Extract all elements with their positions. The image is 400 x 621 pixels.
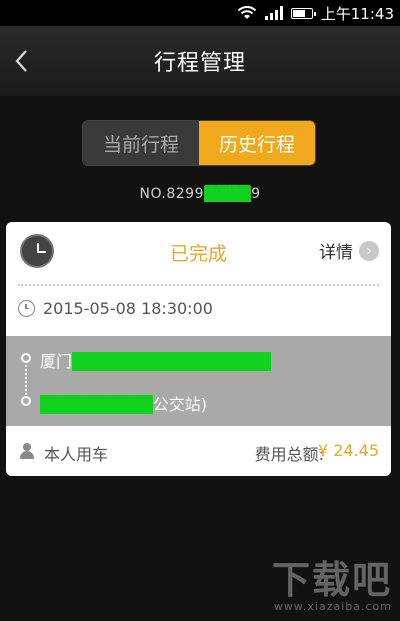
start-address-prefix: 厦门 — [40, 352, 73, 371]
route-section: 厦门████████████████ █████████公交站) — [6, 336, 391, 426]
end-point-icon — [21, 396, 31, 406]
tab-current-trips[interactable]: 当前行程 — [83, 121, 199, 165]
back-button[interactable] — [6, 44, 36, 78]
usage-type: 本人用车 — [44, 445, 109, 464]
fee-value: ¥ 24.45 — [317, 441, 379, 460]
trip-card[interactable]: 已完成 详情 › 2015-05-08 18:30:00 厦门█████████… — [6, 222, 391, 476]
trip-card-header: 已完成 详情 › — [6, 222, 391, 280]
person-icon — [19, 443, 35, 459]
redacted-block: ████████████████ — [72, 352, 271, 371]
divider — [18, 284, 379, 286]
order-number: NO.8299████9 — [0, 186, 400, 202]
start-address: 厦门████████████████ — [40, 348, 271, 372]
start-point-icon — [21, 353, 31, 363]
redacted-block: ████ — [204, 186, 252, 202]
trip-footer: 本人用车 费用总额: ¥ 24.45 — [6, 426, 391, 476]
watermark-logo: 下载吧 — [271, 558, 392, 602]
trip-datetime: 2015-05-08 18:30:00 — [43, 298, 213, 318]
status-bar: 上午11:43 — [0, 0, 400, 26]
fee-label: 费用总额: — [254, 445, 324, 464]
signal-icon — [264, 6, 283, 20]
status-time: 上午11:43 — [320, 4, 394, 23]
trip-tabs: 当前行程 历史行程 — [82, 120, 316, 166]
chevron-left-icon — [15, 50, 27, 72]
end-address: █████████公交站) — [40, 391, 207, 415]
order-number-suffix: 9 — [251, 186, 261, 202]
title-bar: 行程管理 — [0, 26, 400, 96]
route-connector — [25, 365, 27, 395]
chevron-right-icon: › — [359, 240, 379, 261]
order-number-prefix: NO.8299 — [139, 186, 204, 202]
tab-history-trips[interactable]: 历史行程 — [199, 121, 315, 165]
detail-label: 详情 — [319, 243, 353, 263]
watermark: 下载吧 www.xiazaiba.com — [272, 549, 392, 613]
time-icon — [18, 299, 35, 317]
page-title: 行程管理 — [153, 51, 246, 76]
redacted-block: █████████ — [40, 395, 153, 414]
watermark-url: www.xiazaiba.com — [273, 600, 392, 613]
wifi-icon — [237, 6, 257, 20]
end-address-suffix: 公交站) — [152, 395, 207, 414]
battery-icon — [290, 7, 316, 19]
trip-time: 2015-05-08 18:30:00 — [18, 296, 213, 320]
detail-button[interactable]: 详情 › — [319, 238, 379, 263]
